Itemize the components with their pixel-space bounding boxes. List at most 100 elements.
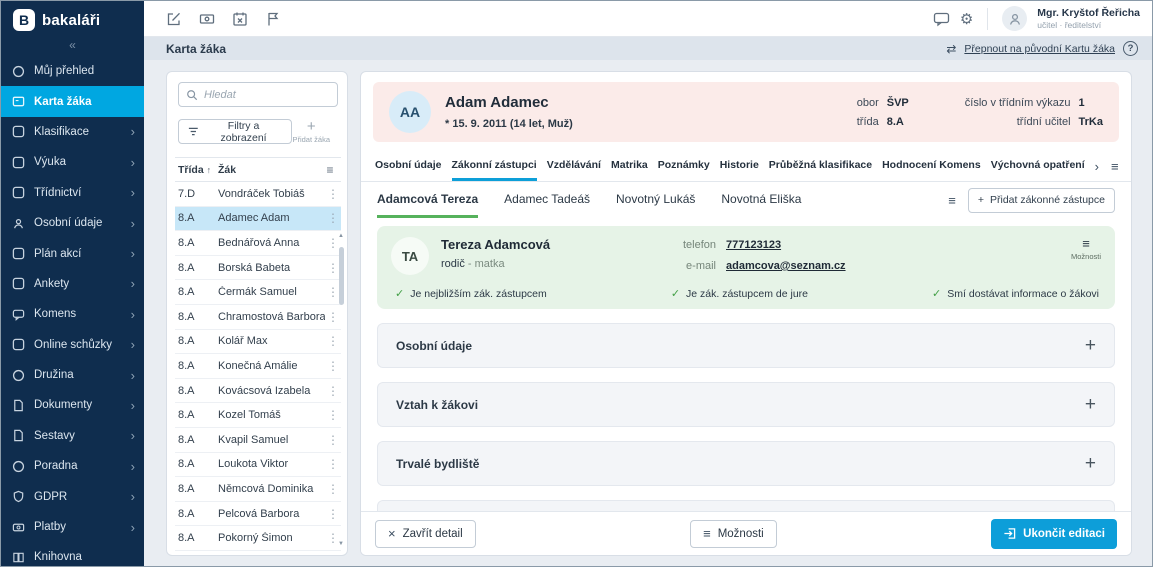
row-menu-icon[interactable]: ⋮	[325, 211, 341, 225]
student-row[interactable]: 8.AKvapil Samuel⋮	[175, 428, 341, 453]
options-button[interactable]: ≡ Možnosti	[690, 520, 777, 548]
add-guardian-button[interactable]: + Přidat zákonné zástupce	[968, 188, 1115, 213]
student-row-selected[interactable]: 8.AAdamec Adam⋮	[175, 207, 341, 232]
tabs-next-icon[interactable]: ›	[1095, 159, 1099, 174]
phone-link[interactable]: 777123123	[726, 239, 846, 251]
sidebar-item-osobni-udaje[interactable]: Osobní údaje ›	[1, 208, 144, 238]
close-detail-button[interactable]: × Zavřít detail	[375, 520, 476, 548]
student-row[interactable]: 8.A⋮	[175, 551, 341, 555]
student-row[interactable]: 8.ALoukota Viktor⋮	[175, 453, 341, 478]
sidebar-item-gdpr[interactable]: GDPR ›	[1, 481, 144, 511]
help-icon[interactable]: ?	[1123, 41, 1138, 56]
finish-editing-label: Ukončit editaci	[1023, 528, 1105, 540]
section-trvale-bydliste[interactable]: Trvalé bydliště +	[377, 441, 1115, 486]
sidebar-item-plan-akci[interactable]: Plán akcí ›	[1, 238, 144, 268]
student-row[interactable]: 8.ANěmcová Dominika⋮	[175, 477, 341, 502]
tab-prubezna-klasifikace[interactable]: Průběžná klasifikace	[769, 152, 872, 181]
tab-vzdelavani[interactable]: Vzdělávání	[547, 152, 601, 181]
sidebar-item-label: Knihovna	[34, 551, 82, 563]
student-birth: * 15. 9. 2011 (14 let, Muž)	[445, 118, 573, 130]
sidebar-item-online-schuzky[interactable]: Online schůzky ›	[1, 330, 144, 360]
tab-matrika[interactable]: Matrika	[611, 152, 648, 181]
scroll-down-icon[interactable]: ▼	[338, 541, 344, 547]
student-row[interactable]: 8.AKozel Tomáš⋮	[175, 403, 341, 428]
sidebar-item-knihovna[interactable]: Knihovna	[1, 542, 144, 566]
section-vztah-k-zakovi[interactable]: Vztah k žákovi +	[377, 382, 1115, 427]
sidebar-item-label: Poradna	[34, 460, 77, 472]
sidebar-item-vyuka[interactable]: Výuka ›	[1, 147, 144, 177]
tab-vychovna-opatreni[interactable]: Výchovná opatření	[991, 152, 1085, 181]
flag-icon[interactable]	[265, 11, 281, 27]
email-link[interactable]: adamcova@seznam.cz	[726, 260, 846, 272]
row-name: Němcová Dominika	[218, 483, 325, 495]
sidebar-item-platby[interactable]: Platby ›	[1, 512, 144, 542]
student-row[interactable]: 8.APokorný Šimon⋮	[175, 526, 341, 551]
tabs-menu-icon[interactable]: ≡	[1111, 159, 1119, 174]
sidebar-collapse-icon[interactable]: «	[1, 39, 144, 54]
guardian-tab-adamcova-tereza[interactable]: Adamcová Tereza	[377, 182, 478, 218]
student-detail-card: AA Adam Adamec * 15. 9. 2011 (14 let, Mu…	[360, 71, 1132, 556]
search-input[interactable]	[204, 89, 330, 101]
finish-editing-button[interactable]: Ukončit editaci	[991, 519, 1117, 549]
add-student-button[interactable]: + Přidat žáka	[292, 119, 330, 144]
sidebar-item-label: Dokumenty	[34, 399, 92, 411]
student-row[interactable]: 7.DVondráček Tobiáš⋮	[175, 182, 341, 207]
sidebar-item-karta-zaka[interactable]: Karta žáka	[1, 86, 144, 116]
sidebar-item-komens[interactable]: Komens ›	[1, 299, 144, 329]
list-menu-icon[interactable]: ≡	[322, 163, 338, 177]
guardian-options-button[interactable]: ≡ Možnosti	[1071, 237, 1101, 261]
student-avatar: AA	[389, 91, 431, 133]
absence-icon[interactable]	[232, 11, 248, 27]
row-class: 8.A	[178, 360, 218, 372]
edit-icon[interactable]	[166, 11, 182, 27]
sidebar-item-muj-prehled[interactable]: Můj přehled	[1, 56, 144, 86]
scrollbar-thumb[interactable]	[339, 247, 344, 305]
sidebar-item-klasifikace[interactable]: Klasifikace ›	[1, 117, 144, 147]
section-osobni-udaje[interactable]: Osobní údaje +	[377, 323, 1115, 368]
tab-historie[interactable]: Historie	[720, 152, 759, 181]
scroll-up-icon[interactable]: ▲	[338, 233, 344, 239]
student-row[interactable]: 8.APelcová Barbora⋮	[175, 502, 341, 527]
guardian-tab-novotna-eliska[interactable]: Novotná Eliška	[721, 182, 801, 218]
student-row[interactable]: 8.AČermák Samuel⋮	[175, 280, 341, 305]
student-row[interactable]: 8.ABednářová Anna⋮	[175, 231, 341, 256]
user-avatar[interactable]	[1002, 6, 1027, 31]
sidebar-item-tridnictvi[interactable]: Třídnictví ›	[1, 178, 144, 208]
student-row[interactable]: 8.AKonečná Amálie⋮	[175, 354, 341, 379]
tab-zakonni-zastupci[interactable]: Zákonní zástupci	[452, 152, 537, 181]
teaching-icon	[12, 156, 25, 169]
student-row[interactable]: 8.AChramostová Barbora⋮	[175, 305, 341, 330]
switch-to-original-link[interactable]: Přepnout na původní Kartu žáka	[964, 43, 1115, 55]
tab-hodnoceni-komens[interactable]: Hodnocení Komens	[882, 152, 981, 181]
guardian-tab-adamec-tadeas[interactable]: Adamec Tadeáš	[504, 182, 590, 218]
student-row[interactable]: 8.AKovácsová Izabela⋮	[175, 379, 341, 404]
column-header-student[interactable]: Žák	[218, 164, 322, 176]
chat-icon[interactable]	[933, 11, 950, 27]
sidebar-item-sestavy[interactable]: Sestavy ›	[1, 421, 144, 451]
guardian-tab-novotny-lukas[interactable]: Novotný Lukáš	[616, 182, 695, 218]
student-row[interactable]: 8.ABorská Babeta⋮	[175, 256, 341, 281]
gear-icon[interactable]: ⚙	[960, 10, 973, 28]
user-name: Mgr. Kryštof Řeřicha	[1037, 8, 1140, 19]
expand-icon[interactable]: +	[1085, 394, 1096, 416]
section-partial[interactable]	[377, 500, 1115, 511]
sidebar-item-druzina[interactable]: Družina ›	[1, 360, 144, 390]
student-row[interactable]: 8.AKolář Max⋮	[175, 330, 341, 355]
sidebar-item-dokumenty[interactable]: Dokumenty ›	[1, 390, 144, 420]
sidebar-item-poradna[interactable]: Poradna ›	[1, 451, 144, 481]
check-icon: ✓	[932, 287, 941, 300]
tab-poznamky[interactable]: Poznámky	[658, 152, 710, 181]
expand-icon[interactable]: +	[1085, 335, 1096, 357]
tab-osobni-udaje[interactable]: Osobní údaje	[375, 152, 442, 181]
guardian-list-menu-icon[interactable]: ≡	[948, 193, 956, 208]
user-info[interactable]: Mgr. Kryštof Řeřicha učitel · ředitelstv…	[1037, 8, 1140, 30]
row-class: 8.A	[178, 286, 218, 298]
sidebar-item-ankety[interactable]: Ankety ›	[1, 269, 144, 299]
expand-icon[interactable]: +	[1085, 453, 1096, 475]
row-menu-icon[interactable]: ⋮	[325, 187, 341, 201]
column-header-class[interactable]: Třída ↑	[178, 164, 218, 176]
payment-icon[interactable]	[199, 11, 215, 27]
options-menu-icon: ≡	[703, 526, 711, 541]
list-scrollbar[interactable]: ▲ ▼	[336, 233, 346, 547]
filters-button[interactable]: Filtry a zobrazení	[178, 119, 292, 144]
